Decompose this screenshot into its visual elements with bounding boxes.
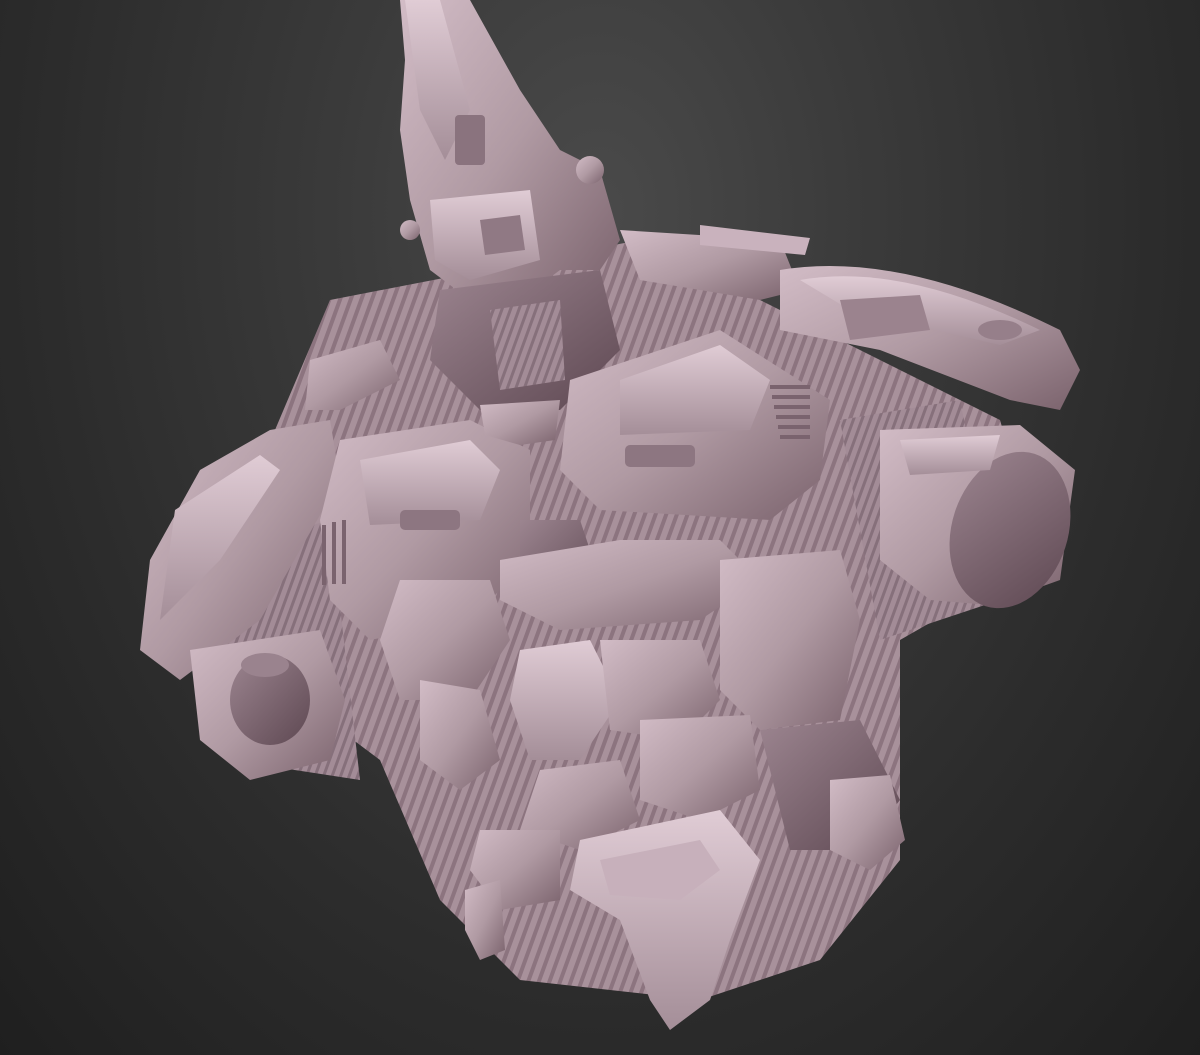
sculpt-viewport[interactable] — [0, 0, 1200, 1055]
sculpt-render — [140, 0, 1080, 1030]
helmet — [400, 0, 620, 300]
